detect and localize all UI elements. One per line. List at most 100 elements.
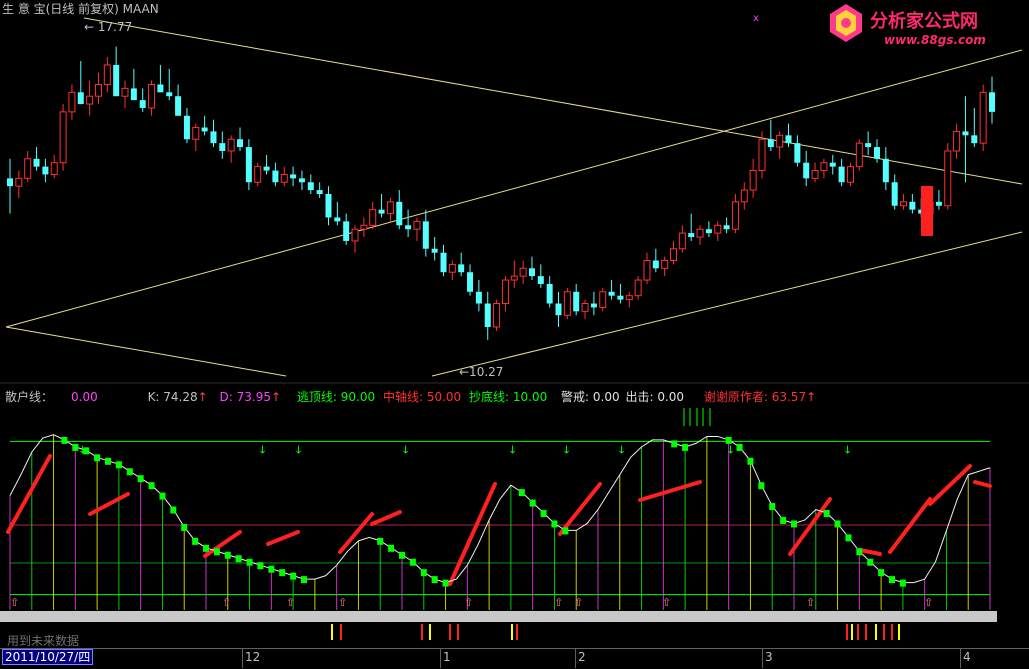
axis-sep: [762, 649, 763, 668]
candle-body: [175, 96, 182, 116]
candle-body: [440, 252, 447, 273]
thanks-arrow: ↑: [806, 390, 817, 404]
thanks-label: 谢谢原作者:: [703, 390, 772, 404]
k-label: K:: [147, 390, 164, 404]
k-segment: [823, 510, 830, 517]
d-label: D:: [219, 390, 237, 404]
candle-body: [86, 95, 94, 105]
candle-body: [590, 303, 597, 308]
mid-label: 中轴线:: [382, 390, 427, 404]
axis-tick-2: 2: [578, 650, 586, 664]
d-arrow: ↑: [271, 390, 282, 404]
candle-body: [971, 135, 978, 144]
up-arrow-icon: ⇧: [10, 596, 19, 609]
k-segment: [431, 576, 438, 584]
candle-body: [820, 162, 828, 172]
k-arrow: ↑: [197, 390, 208, 404]
candle-body: [670, 248, 678, 261]
k-segment: [159, 492, 166, 500]
red-segment: [88, 492, 130, 516]
exit-label: 出击:: [625, 390, 658, 404]
candle-body: [846, 166, 854, 183]
candle-body: [865, 143, 872, 148]
trend-line: [431, 231, 1023, 377]
k-segment: [235, 555, 242, 563]
scroll-strip[interactable]: [0, 611, 997, 622]
k-segment: [747, 457, 754, 465]
logo-title: 分析家公式网: [870, 10, 978, 32]
candle-body: [33, 158, 40, 167]
candle-body: [15, 177, 23, 187]
candle-body: [989, 92, 995, 112]
future-data-label: 用到未来数据: [7, 634, 80, 648]
red-segment: [448, 482, 497, 586]
k-segment: [224, 551, 231, 559]
axis-tick-3: 3: [765, 650, 773, 664]
k-segment: [61, 436, 68, 444]
up-arrow-icon: ⇧: [338, 596, 347, 609]
candle-body: [900, 201, 908, 207]
k-segment: [834, 520, 841, 528]
k-segment: [257, 562, 264, 570]
k-segment: [290, 572, 297, 580]
candle-body: [316, 190, 323, 194]
up-arrow-icon: ⇧: [464, 596, 473, 609]
candle-body: [501, 279, 509, 305]
axis-sep: [575, 649, 576, 668]
candle-body: [563, 291, 571, 316]
candle-body: [510, 275, 518, 281]
candle-body: [882, 158, 889, 183]
k-segment: [170, 506, 177, 514]
k-segment: [780, 516, 787, 524]
red-segment: [973, 480, 992, 488]
candle-body: [678, 232, 686, 250]
candle-body: [68, 91, 76, 113]
candle-body: [962, 131, 969, 136]
k-segment: [213, 548, 220, 556]
axis-tick-4: 4: [963, 650, 971, 664]
date-cursor[interactable]: 2011/10/27/四: [2, 649, 94, 665]
k-segment: [181, 523, 188, 531]
candle-body: [581, 303, 589, 312]
k-segment: [562, 527, 569, 535]
candle-body: [767, 139, 774, 148]
candle-body: [280, 173, 288, 183]
red-segment: [558, 482, 602, 536]
candle-body: [573, 291, 580, 312]
candle-body: [688, 233, 695, 238]
candle-body: [696, 228, 704, 238]
candle-body: [484, 303, 491, 327]
down-arrow-icon: ↓: [258, 443, 267, 456]
candle-body: [50, 162, 58, 175]
down-arrow-icon: ↓: [294, 443, 303, 456]
candle-body: [360, 224, 368, 230]
k-line-path: [9, 434, 991, 584]
candle-body: [157, 84, 164, 93]
candle-body: [386, 201, 394, 215]
k-segment: [682, 443, 689, 451]
k-segment: [442, 579, 449, 587]
candle-body: [731, 201, 739, 230]
k-segment: [409, 558, 416, 566]
high-annotation: ← 17.77: [84, 20, 132, 34]
k-segment: [268, 565, 275, 573]
up-arrow-icon: ⇧: [574, 596, 583, 609]
price-chart[interactable]: ← 17.77 ←10.27 x: [0, 0, 1029, 400]
bottom-label: 抄底线:: [469, 390, 513, 404]
candle-body: [519, 267, 527, 277]
cross-marker: x: [753, 13, 759, 24]
candle-body: [643, 259, 651, 281]
k-segment: [126, 468, 133, 476]
candle-body: [263, 166, 270, 171]
k-segment: [889, 576, 895, 584]
candle-body: [378, 209, 385, 214]
k-segment: [94, 454, 101, 462]
candle-body: [272, 170, 279, 183]
candle-body: [298, 178, 305, 183]
down-arrow-icon: ↓: [401, 443, 410, 456]
k-segment: [301, 576, 307, 584]
axis-tick-1: 1: [443, 650, 451, 664]
up-arrow-icon: ⇧: [806, 596, 815, 609]
red-segment: [338, 512, 374, 554]
k-segment: [279, 569, 286, 577]
